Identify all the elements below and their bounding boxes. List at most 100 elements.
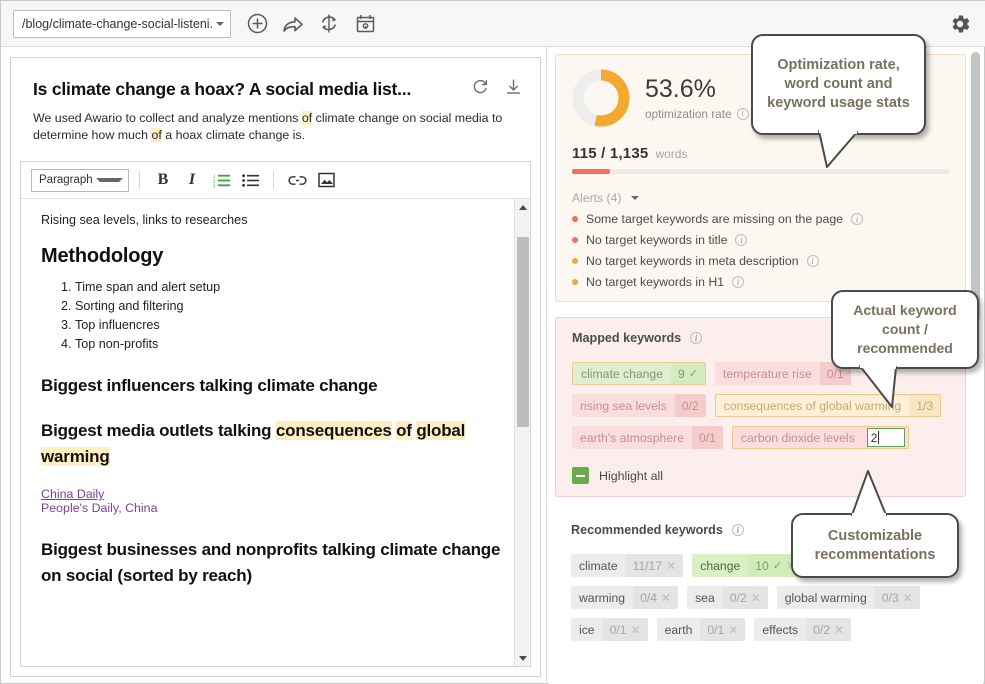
keyword-chip-label: warming (579, 590, 626, 605)
close-icon[interactable]: ✕ (666, 560, 676, 572)
keyword-chip[interactable]: temperature rise 0/1 (714, 362, 851, 385)
word-count-row: 115 / 1,135 words (572, 145, 949, 162)
link-icon[interactable] (284, 168, 310, 192)
keyword-chip[interactable]: earth 0/1 ✕ (656, 618, 746, 641)
share-arrow-icon[interactable] (281, 12, 305, 36)
close-icon[interactable]: ✕ (728, 624, 738, 636)
document-pane: Is climate change a hoax? A social media… (10, 57, 541, 677)
info-icon[interactable]: i (690, 332, 703, 344)
close-icon[interactable]: ✕ (631, 624, 641, 636)
refresh-icon[interactable] (317, 12, 341, 36)
keyword-count-value: 9 (677, 366, 685, 381)
keyword-chip-label: effects (762, 622, 799, 637)
keyword-chip[interactable]: sea 0/2 ✕ (687, 586, 768, 609)
keyword-chip-label: climate (579, 558, 618, 573)
close-icon[interactable]: ✕ (834, 624, 844, 636)
bold-button[interactable]: B (150, 168, 176, 192)
scroll-down-arrow-icon[interactable] (515, 650, 530, 666)
word-count-value: 115 / 1,135 (572, 145, 649, 162)
info-icon[interactable]: i (731, 524, 744, 536)
format-select[interactable]: Paragraph (31, 168, 129, 192)
info-icon[interactable]: i (732, 276, 745, 288)
close-icon[interactable]: ✕ (661, 592, 671, 604)
keyword-chip[interactable]: change10✓✕ (692, 554, 804, 577)
keyword-count-value: 0/2 (813, 622, 831, 637)
keyword-chip-label: climate change (581, 366, 663, 381)
desc-highlight-1: of (301, 111, 313, 125)
pane-divider (546, 47, 547, 684)
keyword-chip[interactable]: warming 0/4 ✕ (571, 586, 679, 609)
document-header: Is climate change a hoax? A social media… (11, 58, 540, 144)
page-url-select[interactable]: /blog/climate-change-social-listeni... (13, 9, 231, 38)
keyword-chip-label: sea (695, 590, 715, 605)
keyword-chip[interactable]: climate change 9 ✓ (572, 362, 706, 385)
calendar-lock-icon[interactable] (353, 12, 377, 36)
keyword-count-value: 0/3 (881, 590, 899, 605)
alert-severity-dot (572, 216, 578, 222)
callout-text: Customizable recommentations (814, 527, 936, 563)
keyword-chip-count: 2 (862, 427, 908, 448)
keyword-chip[interactable]: ice 0/1 ✕ (571, 618, 648, 641)
keyword-chip-count: 0/2 ✕ (806, 618, 852, 641)
keyword-chip-count: 0/1 ✕ (602, 618, 648, 641)
editor-intro-line: Rising sea levels, links to researches (41, 213, 248, 227)
minus-checkbox-icon[interactable] (572, 467, 589, 484)
close-icon[interactable]: ✕ (751, 592, 761, 604)
keyword-chip[interactable]: climate 11/17 ✕ (571, 554, 684, 577)
optimization-rate-label: optimization rate i (645, 107, 749, 121)
desc-part-1: We used Awario to collect and analyze me… (33, 111, 302, 125)
alert-item: No target keywords in meta description i (572, 254, 949, 268)
keyword-chip[interactable]: rising sea levels 0/2 (572, 394, 706, 417)
info-icon[interactable]: i (735, 234, 748, 246)
gear-icon[interactable] (948, 12, 972, 36)
mapped-title-text: Mapped keywords (572, 331, 682, 345)
keyword-chip[interactable]: earth's atmosphere 0/1 (572, 426, 723, 449)
chevron-down-icon[interactable] (631, 196, 640, 200)
desc-highlight-2: of (151, 128, 162, 142)
editor-heading-media-outlets: Biggest media outlets talking consequenc… (41, 418, 506, 470)
download-icon[interactable] (505, 78, 522, 100)
optimization-rate-value: 53.6% (645, 74, 716, 103)
keyword-chip-label: earth's atmosphere (580, 430, 684, 445)
keyword-chip-count: 0/2 ✕ (722, 586, 768, 609)
keyword-count-value: 0/1 (707, 622, 725, 637)
bullet-list-icon[interactable] (237, 168, 263, 192)
keyword-chip-label: earth (664, 622, 693, 637)
close-icon[interactable]: ✕ (903, 592, 913, 604)
keyword-count-input[interactable]: 2 (866, 428, 905, 447)
panel-scrollbar-thumb[interactable] (971, 52, 980, 322)
info-icon[interactable]: i (736, 107, 749, 120)
scroll-up-arrow-icon[interactable] (515, 199, 530, 215)
keyword-count-value: 0/1 (609, 622, 627, 637)
editor-container: Paragraph B I 1 2 3 Rising sea levels, l… (20, 161, 531, 667)
editor-heading-influencers: Biggest influencers talking climate chan… (41, 376, 378, 395)
keyword-chip-count: 0/4 ✕ (633, 586, 679, 609)
editor-scrollbar[interactable] (514, 199, 530, 666)
svg-text:3: 3 (213, 183, 216, 188)
alert-item: No target keywords in H1 i (572, 275, 949, 289)
plus-circle-icon[interactable] (245, 12, 269, 36)
keyword-chip-label: rising sea levels (580, 398, 667, 413)
italic-button[interactable]: I (179, 168, 205, 192)
keyword-chip-count: 1/3 (909, 395, 941, 416)
keyword-chip[interactable]: carbon dioxide levels 2 (731, 426, 909, 449)
editor-body[interactable]: Rising sea levels, links to researches M… (21, 199, 530, 666)
editor-scrollbar-thumb[interactable] (517, 237, 529, 427)
keyword-chip-count: 0/1 ✕ (700, 618, 746, 641)
page-description: We used Awario to collect and analyze me… (33, 110, 518, 144)
heading-highlight-consequences: consequences (275, 421, 392, 440)
optimization-label-text: optimization rate (645, 106, 732, 121)
ordered-list-icon[interactable]: 1 2 3 (208, 168, 234, 192)
format-select-value: Paragraph (39, 174, 93, 186)
toolbar-icon-group (245, 12, 377, 36)
refresh-icon[interactable] (472, 78, 489, 100)
editor-link-china-daily[interactable]: China Daily (41, 487, 506, 501)
image-icon[interactable] (313, 168, 339, 192)
alerts-header[interactable]: Alerts (4) (572, 191, 949, 205)
info-icon[interactable]: i (806, 255, 819, 267)
keyword-chip[interactable]: effects 0/2 ✕ (754, 618, 852, 641)
editor-subtext-peoples-daily: People's Daily, China (41, 501, 158, 515)
keyword-chip[interactable]: global warming 0/3 ✕ (776, 586, 920, 609)
info-icon[interactable]: i (851, 213, 864, 225)
editor-toolbar: Paragraph B I 1 2 3 (21, 162, 530, 199)
